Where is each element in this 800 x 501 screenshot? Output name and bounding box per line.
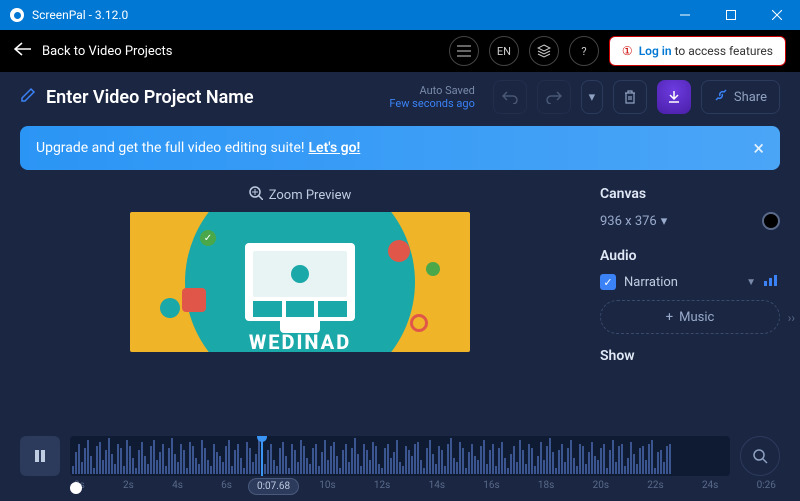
layers-button[interactable] (529, 36, 559, 66)
autosave-status: Auto Saved Few seconds ago (389, 84, 474, 110)
time-ticks: 0s2s4s6s8s10s12s14s16s18s20s22s24s0:26 (70, 480, 780, 491)
autosave-label: Auto Saved (389, 84, 474, 97)
window-minimize-button[interactable] (662, 0, 708, 30)
tick-label: 14s (429, 480, 445, 491)
properties-panel: Canvas 936 x 376 ▾ Audio ✓ Narration ▼ +… (600, 186, 780, 374)
help-button[interactable]: ? (569, 36, 599, 66)
tick-label: 6s (221, 480, 232, 491)
time-ruler[interactable]: 0s2s4s6s8s10s12s14s16s18s20s22s24s0:26 0… (20, 480, 780, 491)
tick-label: 12s (374, 480, 390, 491)
canvas-heading: Canvas (600, 186, 780, 202)
tick-label: 22s (647, 480, 663, 491)
share-button[interactable]: Share (701, 80, 780, 114)
top-navigation: Back to Video Projects EN ? ① Log in to … (0, 30, 800, 72)
login-button[interactable]: ① Log in to access features (609, 36, 786, 66)
project-name-input[interactable]: Enter Video Project Name (46, 87, 254, 108)
tick-label: 10s (319, 480, 335, 491)
music-label: Music (679, 310, 714, 325)
upgrade-banner: Upgrade and get the full video editing s… (20, 126, 780, 170)
window-title: ScreenPal - 3.12.0 (32, 8, 128, 22)
add-music-button[interactable]: + Music ›› (600, 300, 780, 334)
preview-caption: WEDINAD (249, 330, 351, 352)
autosave-when: Few seconds ago (389, 97, 474, 110)
pause-button[interactable] (20, 436, 60, 476)
tick-label: 20s (593, 480, 609, 491)
language-button[interactable]: EN (489, 36, 519, 66)
window-close-button[interactable] (754, 0, 800, 30)
chevron-right-icon[interactable]: ›› (788, 311, 795, 325)
menu-button[interactable] (449, 36, 479, 66)
timeline: 0s2s4s6s8s10s12s14s16s18s20s22s24s0:26 0… (0, 436, 800, 501)
banner-text: Upgrade and get the full video editing s… (36, 140, 304, 156)
tick-label: 4s (172, 480, 183, 491)
export-button[interactable] (657, 80, 691, 114)
zoom-preview-button[interactable]: Zoom Preview (249, 186, 352, 204)
delete-button[interactable] (613, 80, 647, 114)
show-heading: Show (600, 348, 780, 364)
waveform-track[interactable] (70, 436, 730, 476)
back-link[interactable]: Back to Video Projects (42, 44, 173, 59)
redo-button[interactable] (537, 80, 571, 114)
undo-button[interactable] (493, 80, 527, 114)
canvas-color-swatch[interactable] (762, 212, 780, 230)
video-preview[interactable]: ✓ WEDINAD (130, 212, 470, 352)
canvas-dimensions-dropdown[interactable]: 936 x 376 ▾ (600, 214, 667, 229)
window-maximize-button[interactable] (708, 0, 754, 30)
zoom-scrubber[interactable] (70, 482, 82, 494)
link-icon (714, 88, 728, 106)
chevron-down-icon: ▾ (661, 214, 668, 229)
tick-label: 0:26 (757, 480, 776, 491)
zoom-icon (249, 186, 263, 204)
timeline-search-button[interactable] (740, 436, 780, 476)
login-suffix: to access features (672, 44, 773, 58)
banner-close-icon[interactable]: × (753, 136, 764, 160)
share-label: Share (734, 90, 767, 105)
app-logo-icon (10, 8, 24, 22)
zoom-preview-label: Zoom Preview (269, 188, 352, 203)
tick-label: 16s (483, 480, 499, 491)
alert-icon: ① (622, 44, 633, 58)
volume-icon[interactable] (764, 274, 780, 290)
edit-icon[interactable] (20, 87, 36, 107)
narration-checkbox[interactable]: ✓ (600, 274, 616, 290)
tick-label: 24s (702, 480, 718, 491)
history-dropdown[interactable]: ▾ (581, 80, 603, 114)
current-time-badge: 0:07.68 (248, 478, 299, 495)
window-titlebar: ScreenPal - 3.12.0 (0, 0, 800, 30)
tick-label: 2s (123, 480, 134, 491)
narration-label: Narration (624, 275, 738, 290)
narration-dropdown[interactable]: ▼ (746, 277, 756, 288)
login-text: Log in (639, 44, 672, 58)
plus-icon: + (666, 310, 673, 325)
banner-link[interactable]: Let's go! (308, 140, 360, 156)
back-arrow-icon[interactable] (14, 42, 32, 60)
audio-heading: Audio (600, 248, 780, 264)
project-header: Enter Video Project Name Auto Saved Few … (0, 72, 800, 122)
tick-label: 18s (538, 480, 554, 491)
playhead[interactable] (261, 436, 263, 476)
